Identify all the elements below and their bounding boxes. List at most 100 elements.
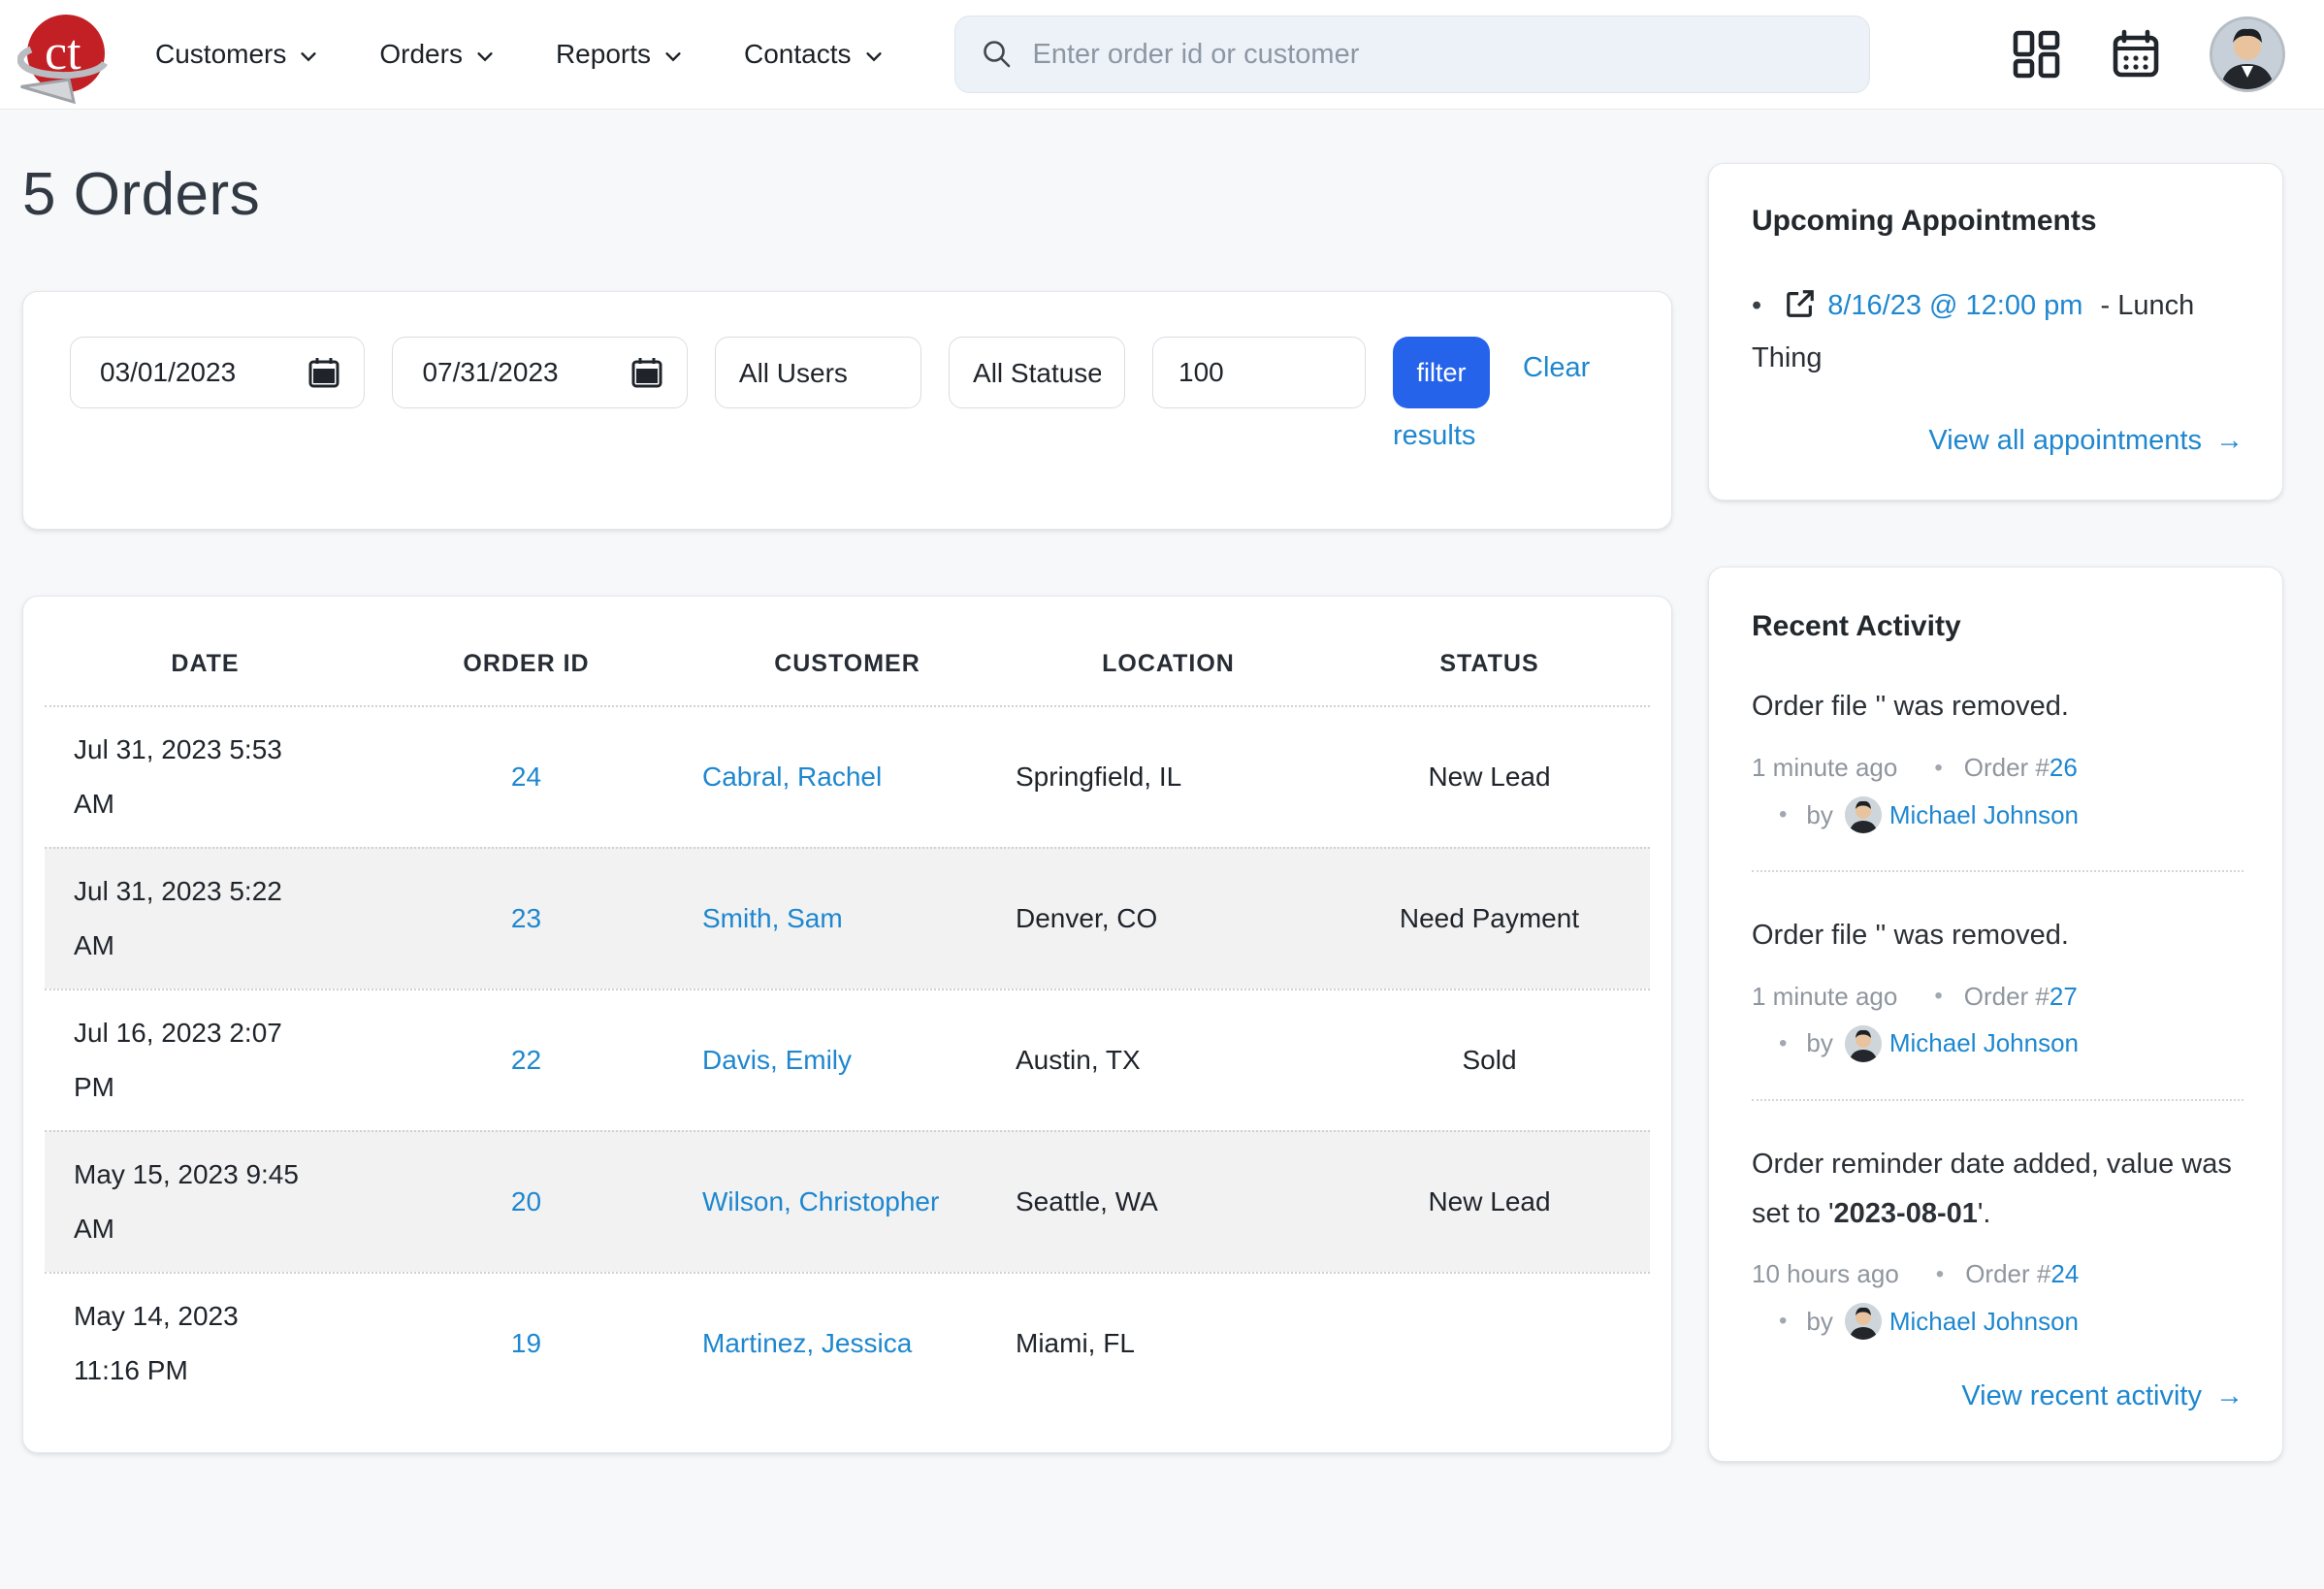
customer-cell: Smith, Sam	[687, 903, 1008, 934]
activity-user-link[interactable]: Michael Johnson	[1889, 1307, 2079, 1337]
calendar-icon[interactable]	[2111, 29, 2161, 80]
customer-cell: Wilson, Christopher	[687, 1186, 1008, 1217]
app-logo[interactable]: ct	[17, 9, 111, 110]
by-label: by	[1806, 1307, 1832, 1337]
order-id-link[interactable]: 22	[511, 1045, 541, 1075]
order-status: Sold	[1329, 1045, 1650, 1076]
order-status: New Lead	[1329, 762, 1650, 793]
nav-contacts-label: Contacts	[744, 39, 852, 70]
order-ref-link[interactable]: 24	[2050, 1259, 2079, 1289]
activity-text: Order file '' was removed.	[1752, 911, 2243, 960]
activity-item: Order file '' was removed. 1 minute ago …	[1752, 911, 2243, 1062]
order-id-link[interactable]: 24	[511, 762, 541, 792]
nav-orders[interactable]: Orders	[379, 39, 496, 70]
activity-value: 2023-08-01	[1834, 1198, 1978, 1229]
main-nav: Customers Orders Reports Contacts	[155, 39, 885, 70]
nav-orders-label: Orders	[379, 39, 463, 70]
customer-link[interactable]: Martinez, Jessica	[702, 1328, 912, 1358]
customer-link[interactable]: Wilson, Christopher	[702, 1186, 939, 1216]
nav-reports[interactable]: Reports	[556, 39, 684, 70]
dot-separator: •	[1936, 1261, 1944, 1288]
customer-cell: Martinez, Jessica	[687, 1328, 1008, 1359]
order-status: Need Payment	[1329, 903, 1650, 934]
order-location: Austin, TX	[1008, 1045, 1329, 1076]
chevron-down-icon	[863, 46, 885, 67]
user-mini-avatar	[1845, 1025, 1882, 1062]
calendar-icon	[630, 356, 663, 389]
calendar-icon	[307, 356, 340, 389]
users-select[interactable]: All Users	[715, 337, 921, 408]
orders-table: DATE ORDER ID CUSTOMER LOCATION STATUS J…	[22, 596, 1672, 1453]
activity-meta: 1 minute ago • Order #27	[1752, 982, 2243, 1012]
activity-item: Order file '' was removed. 1 minute ago …	[1752, 682, 2243, 833]
table-row: Jul 16, 2023 2:07 PM 22 Davis, Emily Aus…	[45, 989, 1650, 1130]
column-header-status: STATUS	[1329, 650, 1650, 678]
appointment-item: • 8/16/23 @ 12:00 pm - Lunch Thing	[1752, 280, 2243, 384]
activity-meta: 10 hours ago • Order #24	[1752, 1259, 2243, 1289]
order-id-link[interactable]: 23	[511, 903, 541, 933]
start-date-input[interactable]: 03/01/2023	[70, 337, 365, 408]
order-ref-link[interactable]: 27	[2050, 982, 2078, 1012]
main-column: 5 Orders 03/01/2023 07/31/2023	[22, 110, 1672, 1462]
activity-user-link[interactable]: Michael Johnson	[1889, 1028, 2079, 1058]
table-body: Jul 31, 2023 5:53 AM 24 Cabral, Rachel S…	[45, 705, 1650, 1413]
activity-user-link[interactable]: Michael Johnson	[1889, 800, 2079, 830]
bullet: •	[1752, 290, 1761, 321]
activity-byline: • by Michael Johnson	[1752, 796, 2243, 833]
activity-item: Order reminder date added, value was set…	[1752, 1140, 2243, 1341]
nav-reports-label: Reports	[556, 39, 651, 70]
user-mini-avatar	[1845, 796, 1882, 833]
search-input[interactable]	[1033, 39, 1844, 71]
dot-separator: •	[1934, 755, 1942, 782]
table-header-row: DATE ORDER ID CUSTOMER LOCATION STATUS	[45, 622, 1650, 705]
recent-activity-card: Recent Activity Order file '' was remove…	[1708, 567, 2283, 1462]
appointments-title: Upcoming Appointments	[1752, 205, 2243, 238]
order-id-link[interactable]: 19	[511, 1328, 541, 1358]
order-id-cell: 20	[366, 1186, 687, 1217]
view-all-appointments-link[interactable]: View all appointments→	[1752, 425, 2243, 457]
user-mini-avatar	[1845, 1303, 1882, 1340]
dashboard-grid-icon[interactable]	[2012, 29, 2062, 80]
external-link-icon	[1785, 288, 1816, 319]
order-date: Jul 31, 2023 5:22 AM	[45, 864, 366, 973]
chevron-down-icon	[474, 46, 496, 67]
customer-link[interactable]: Cabral, Rachel	[702, 762, 882, 792]
order-id-cell: 22	[366, 1045, 687, 1076]
activity-byline: • by Michael Johnson	[1752, 1303, 2243, 1340]
customer-cell: Davis, Emily	[687, 1045, 1008, 1076]
order-id-cell: 19	[366, 1328, 687, 1359]
order-date: May 15, 2023 9:45 AM	[45, 1148, 366, 1256]
activity-time: 10 hours ago	[1752, 1259, 1899, 1289]
appointment-link[interactable]: 8/16/23 @ 12:00 pm	[1827, 290, 2082, 321]
start-date-value: 03/01/2023	[100, 357, 236, 388]
nav-customers[interactable]: Customers	[155, 39, 319, 70]
divider	[1752, 870, 2243, 872]
status-select[interactable]: All Statuses	[949, 337, 1125, 408]
chevron-down-icon	[662, 46, 684, 67]
by-label: by	[1806, 1028, 1832, 1058]
table-row: May 14, 2023 11:16 PM 19 Martinez, Jessi…	[45, 1272, 1650, 1413]
filter-bar: 03/01/2023 07/31/2023	[22, 291, 1672, 530]
activity-time: 1 minute ago	[1752, 753, 1897, 783]
end-date-input[interactable]: 07/31/2023	[392, 337, 687, 408]
customer-cell: Cabral, Rachel	[687, 762, 1008, 793]
user-avatar[interactable]	[2210, 16, 2285, 92]
column-header-customer: CUSTOMER	[687, 650, 1008, 678]
header-icons	[2012, 16, 2285, 92]
customer-link[interactable]: Davis, Emily	[702, 1045, 852, 1075]
order-location: Denver, CO	[1008, 903, 1329, 934]
dot-separator: •	[1779, 1030, 1787, 1057]
view-recent-activity-link[interactable]: View recent activity→	[1752, 1380, 2243, 1412]
limit-input[interactable]	[1152, 337, 1366, 408]
activity-time: 1 minute ago	[1752, 982, 1897, 1012]
customer-link[interactable]: Smith, Sam	[702, 903, 843, 933]
app-header: ct Customers Orders Reports Contacts	[0, 0, 2324, 110]
order-location: Springfield, IL	[1008, 762, 1329, 793]
order-ref-link[interactable]: 26	[2050, 753, 2078, 783]
table-row: May 15, 2023 9:45 AM 20 Wilson, Christop…	[45, 1130, 1650, 1272]
order-id-cell: 24	[366, 762, 687, 793]
order-id-link[interactable]: 20	[511, 1186, 541, 1216]
nav-contacts[interactable]: Contacts	[744, 39, 885, 70]
activity-byline: • by Michael Johnson	[1752, 1025, 2243, 1062]
filter-button[interactable]: filter	[1393, 337, 1490, 408]
